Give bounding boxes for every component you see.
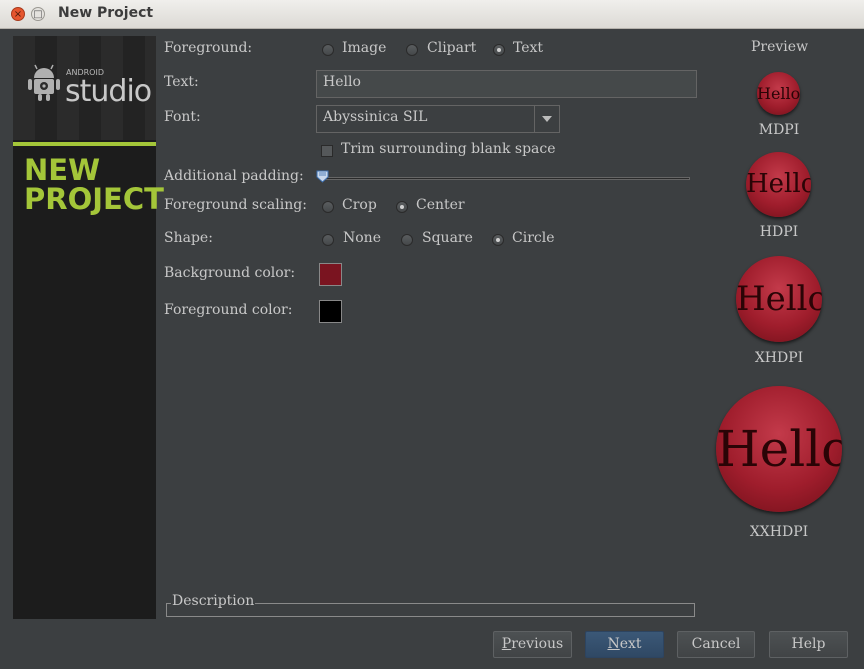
scaling-label: Foreground scaling: (164, 197, 307, 213)
density-label-xhdpi: XHDPI (754, 350, 804, 366)
preview-icon-xxhdpi: Hello (716, 386, 842, 512)
text-label: Text: (164, 74, 199, 90)
previous-label: revious (511, 636, 564, 652)
previous-mnemonic: P (501, 636, 512, 652)
density-label-hdpi: HDPI (759, 224, 799, 240)
sidebar-title-line1: NEW (24, 153, 101, 187)
padding-label: Additional padding: (164, 168, 304, 184)
preview-icon-mdpi: Hello (757, 72, 800, 115)
radio-foreground-text[interactable] (493, 44, 505, 56)
radio-foreground-clipart-label[interactable]: Clipart (427, 40, 476, 56)
foreground-label: Foreground: (164, 40, 253, 56)
radio-scaling-center[interactable] (396, 201, 408, 213)
font-combobox[interactable]: Abyssinica SIL (316, 105, 560, 133)
fg-color-label: Foreground color: (164, 302, 293, 318)
radio-foreground-image-label[interactable]: Image (342, 40, 386, 56)
radio-scaling-center-label[interactable]: Center (416, 197, 465, 213)
sidebar-title: NEW PROJECT (24, 156, 164, 214)
previous-button[interactable]: Previous (493, 631, 572, 658)
padding-slider-thumb[interactable] (316, 170, 329, 183)
radio-shape-square-label[interactable]: Square (422, 230, 473, 246)
sidebar-banner: ANDROID studio NEW PROJECT (13, 36, 164, 619)
preview-icon-xhdpi: Hello (736, 256, 822, 342)
preview-icon-hdpi: Hello (746, 152, 811, 217)
title-bar: × □ New Project (0, 0, 864, 29)
radio-shape-circle[interactable] (492, 234, 504, 246)
maximize-window-button[interactable]: □ (31, 7, 45, 21)
density-label-xxhdpi: XXHDPI (749, 524, 809, 540)
help-button[interactable]: Help (769, 631, 848, 658)
radio-foreground-image[interactable] (322, 44, 334, 56)
next-label: ext (619, 636, 642, 652)
logo-text: studio (65, 74, 152, 109)
radio-scaling-crop[interactable] (322, 201, 334, 213)
radio-scaling-crop-label[interactable]: Crop (342, 197, 377, 213)
window-title: New Project (58, 5, 154, 21)
next-mnemonic: N (607, 636, 620, 652)
android-robot-icon (28, 64, 60, 101)
chevron-down-icon[interactable] (534, 106, 559, 132)
bg-color-swatch[interactable] (319, 263, 342, 286)
accent-divider (13, 142, 156, 146)
density-label-mdpi: MDPI (758, 122, 800, 138)
description-label: Description (171, 593, 256, 609)
shape-label: Shape: (164, 230, 213, 246)
text-input[interactable]: Hello (316, 70, 697, 98)
cancel-button[interactable]: Cancel (677, 631, 755, 658)
trim-checkbox[interactable] (321, 145, 333, 157)
preview-title: Preview (751, 39, 809, 55)
font-combobox-value: Abyssinica SIL (323, 109, 428, 125)
trim-checkbox-label[interactable]: Trim surrounding blank space (341, 141, 556, 157)
radio-shape-circle-label[interactable]: Circle (512, 230, 555, 246)
android-studio-logo: ANDROID studio (13, 36, 156, 140)
bg-color-label: Background color: (164, 265, 296, 281)
fg-color-swatch[interactable] (319, 300, 342, 323)
radio-shape-none-label[interactable]: None (343, 230, 381, 246)
radio-shape-none[interactable] (322, 234, 334, 246)
radio-foreground-text-label[interactable]: Text (513, 40, 543, 56)
sidebar-title-line2: PROJECT (24, 182, 164, 216)
radio-shape-square[interactable] (401, 234, 413, 246)
padding-slider-track[interactable] (320, 177, 690, 180)
close-window-button[interactable]: × (11, 7, 25, 21)
font-label: Font: (164, 109, 201, 125)
next-button[interactable]: Next (585, 631, 664, 658)
radio-foreground-clipart[interactable] (406, 44, 418, 56)
